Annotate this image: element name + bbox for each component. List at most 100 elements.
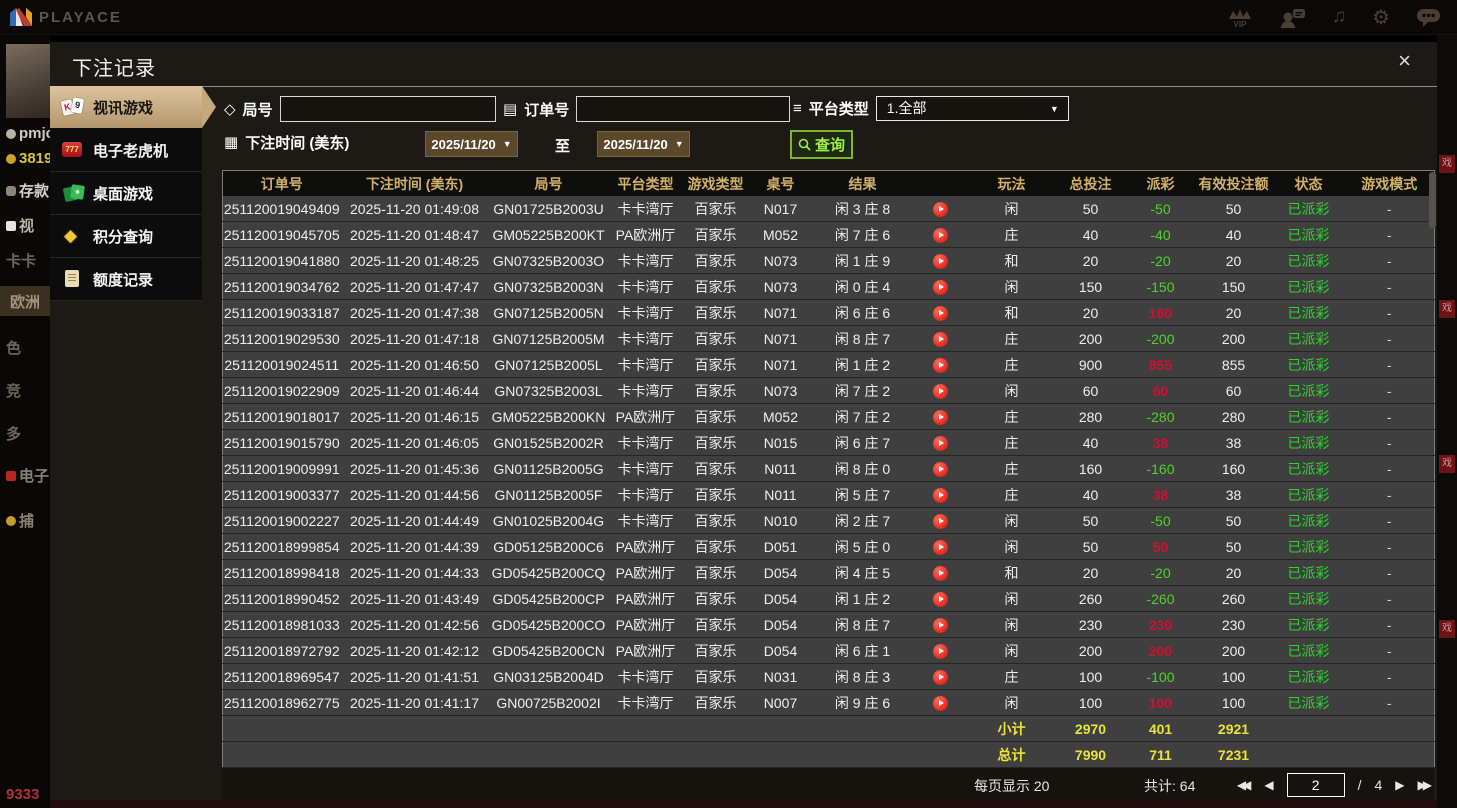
query-button[interactable]: 查询 <box>790 130 853 159</box>
cell-payout: -160 <box>1126 455 1195 482</box>
cell-status: 已派彩 <box>1272 377 1345 404</box>
cell-play: 和 <box>968 559 1055 586</box>
bg-item-label: 视 <box>19 218 35 235</box>
grand-total-bet: 7990 <box>1054 741 1127 768</box>
bg-item-label: 存款 <box>19 183 50 200</box>
play-video-icon[interactable] <box>933 617 948 633</box>
cell-game: 百家乐 <box>682 533 749 560</box>
cell-result: 闲 6 庄 1 <box>812 637 913 664</box>
date-from-select[interactable]: 2025/11/20 ▼ <box>425 131 518 157</box>
cell-play: 和 <box>968 247 1055 274</box>
sidebar-item-slot[interactable]: 电子老虎机 <box>50 129 202 172</box>
cell-status: 已派彩 <box>1272 221 1345 248</box>
cell-play: 庄 <box>968 325 1055 352</box>
play-video-icon[interactable] <box>933 487 948 503</box>
brand[interactable]: PLAYACE <box>0 8 122 26</box>
col-header-11: 派彩 <box>1126 170 1195 196</box>
table-row: 251120019003377 2025-11-20 01:44:56 GN0112… <box>222 481 1435 508</box>
sidebar-item-table-games[interactable]: 桌面游戏 <box>50 172 202 215</box>
vip-crown-icon[interactable]: VIP <box>1226 6 1254 28</box>
next-page-icon[interactable] <box>1395 775 1404 795</box>
round-label: 局号 <box>242 101 273 119</box>
play-video-icon[interactable] <box>933 357 948 373</box>
bg-item: pmjc <box>6 125 50 142</box>
cell-payout: -20 <box>1126 247 1195 274</box>
grand-total-row: 总计 7990 711 7231 <box>222 741 1435 768</box>
play-video-icon[interactable] <box>933 695 948 711</box>
cell-time: 2025-11-20 01:47:18 <box>340 325 489 352</box>
bg-item-label: 9333 <box>6 786 40 803</box>
cards-icon <box>62 97 84 117</box>
cell-video <box>912 585 969 612</box>
platform-select[interactable]: 1.全部 ▼ <box>875 96 1069 121</box>
play-video-icon[interactable] <box>933 643 948 659</box>
round-input[interactable] <box>279 96 496 122</box>
play-video-icon[interactable] <box>933 669 948 685</box>
close-icon[interactable]: × <box>1398 50 1411 72</box>
cell-platform: 卡卡湾厅 <box>608 299 683 326</box>
cell-video <box>912 377 969 404</box>
play-video-icon[interactable] <box>933 435 948 451</box>
last-page-icon[interactable] <box>1418 775 1432 795</box>
play-video-icon[interactable] <box>933 279 948 295</box>
play-video-icon[interactable] <box>933 409 948 425</box>
play-video-icon[interactable] <box>933 461 948 477</box>
cell-table: N071 <box>748 299 813 326</box>
play-video-icon[interactable] <box>933 305 948 321</box>
prev-page-icon[interactable] <box>1264 775 1273 795</box>
cell-time: 2025-11-20 01:46:44 <box>340 377 489 404</box>
play-video-icon[interactable] <box>933 539 948 555</box>
play-video-icon[interactable] <box>933 383 948 399</box>
sidebar-item-label: 视讯游戏 <box>93 99 154 117</box>
order-input[interactable] <box>576 96 791 122</box>
cell-result: 闲 6 庄 7 <box>812 429 913 456</box>
cell-order: 251120019045705 <box>222 221 341 248</box>
bg-item-label: 竞 <box>6 383 22 400</box>
table-row: 251120018972792 2025-11-20 01:42:12 GD0542… <box>222 637 1435 664</box>
cell-round: GN01025B2004G <box>488 507 609 534</box>
cell-valid: 50 <box>1194 507 1273 534</box>
cell-play: 庄 <box>968 455 1055 482</box>
cell-bet: 40 <box>1054 429 1127 456</box>
table-row: 251120019029530 2025-11-20 01:47:18 GN0712… <box>222 325 1435 352</box>
bet-records-table: 订单号 下注时间 (美东) 局号 平台类型 游戏类型 桌号 结果 玩法 总投注 派彩 有效投注额 状态… <box>222 170 1435 768</box>
play-video-icon[interactable] <box>933 227 948 243</box>
chat-bubble-icon[interactable] <box>1416 7 1441 28</box>
platform-select-value: 1.全部 <box>886 100 927 116</box>
cell-table: N073 <box>748 377 813 404</box>
bg-item: 电子 <box>6 465 49 486</box>
bg-item: 欧洲 <box>0 286 50 316</box>
play-video-icon[interactable] <box>933 253 948 269</box>
cell-platform: 卡卡湾厅 <box>608 663 683 690</box>
play-video-icon[interactable] <box>933 591 948 607</box>
cell-play: 庄 <box>968 481 1055 508</box>
sidebar-item-doc[interactable]: 额度记录 <box>50 258 202 301</box>
cell-time: 2025-11-20 01:42:12 <box>340 637 489 664</box>
support-icon[interactable] <box>1280 7 1306 28</box>
col-header-3: 局号 <box>488 170 609 196</box>
settings-gear-icon[interactable] <box>1372 5 1390 30</box>
table-row: 251120019049409 2025-11-20 01:49:08 GN0172… <box>222 196 1435 222</box>
date-to-group: 2025/11/20 ▼ <box>597 131 690 157</box>
col-header-12: 有效投注额 <box>1194 170 1273 196</box>
play-video-icon[interactable] <box>933 513 948 529</box>
first-page-icon[interactable] <box>1237 775 1251 795</box>
sidebar-item-cards[interactable]: 视讯游戏 <box>50 86 216 129</box>
play-video-icon[interactable] <box>933 565 948 581</box>
play-video-icon[interactable] <box>933 201 948 217</box>
cell-payout: -40 <box>1126 221 1195 248</box>
cell-status: 已派彩 <box>1272 559 1345 586</box>
play-video-icon[interactable] <box>933 331 948 347</box>
sidebar-item-gem[interactable]: 积分查询 <box>50 215 202 258</box>
bg-badge: 戏 <box>1439 300 1455 318</box>
music-note-icon[interactable] <box>1332 6 1346 28</box>
date-to-select[interactable]: 2025/11/20 ▼ <box>597 131 690 157</box>
page-number-input[interactable] <box>1286 773 1345 797</box>
cell-valid: 150 <box>1194 273 1273 300</box>
cell-game: 百家乐 <box>682 507 749 534</box>
subtotal-row: 小计 2970 401 2921 <box>222 715 1435 742</box>
cell-platform: 卡卡湾厅 <box>608 196 683 222</box>
cell-result: 闲 8 庄 7 <box>812 325 913 352</box>
col-header-13: 状态 <box>1272 170 1345 196</box>
cell-round: GD05425B200CN <box>488 637 609 664</box>
